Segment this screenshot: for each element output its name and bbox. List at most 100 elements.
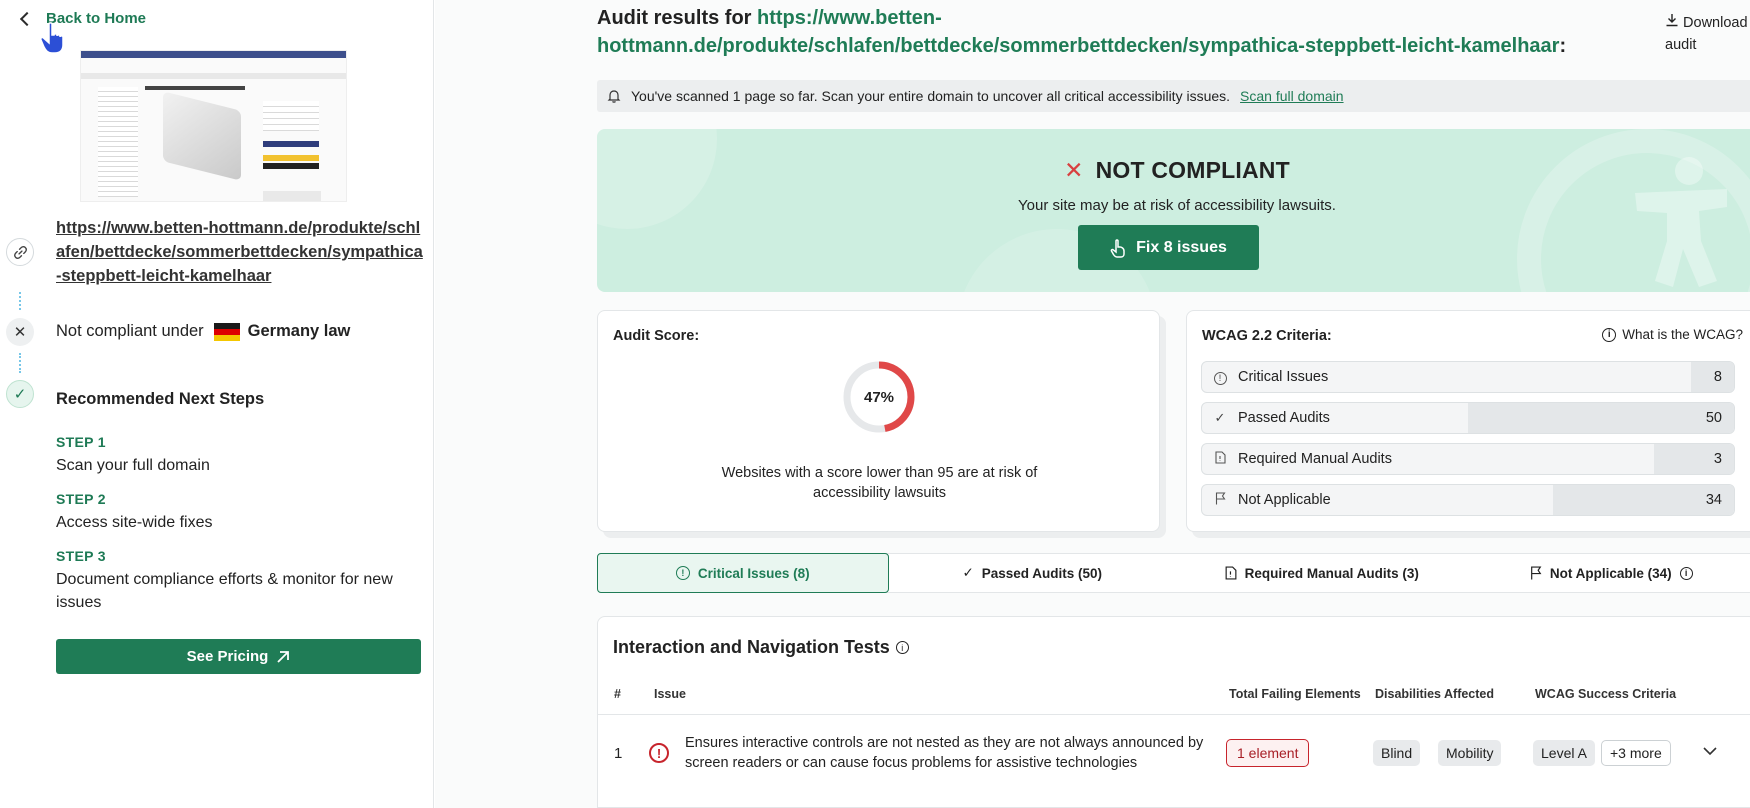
compliance-hero: ✕ NOT COMPLIANT Your site may be at risk … <box>597 129 1750 292</box>
link-icon <box>6 238 34 266</box>
flag-icon <box>1202 492 1238 508</box>
tab-manual-audits[interactable]: Required Manual Audits (3) <box>1177 554 1467 592</box>
alert-circle-icon: ! <box>1202 369 1238 385</box>
x-icon: ✕ <box>1064 157 1084 183</box>
criteria-name: Critical Issues <box>1238 369 1329 385</box>
disability-tag: Mobility <box>1438 740 1502 766</box>
arrow-up-right-icon <box>277 650 290 663</box>
title-prefix: Audit results for <box>597 7 752 29</box>
warning-icon: ! <box>649 743 669 763</box>
criteria-row-passed[interactable]: ✓ Passed Audits 50 <box>1201 402 1735 434</box>
failing-elements-badge: 1 element <box>1226 739 1310 767</box>
hand-pointer-icon <box>40 22 64 54</box>
what-is-wcag-link[interactable]: i What is the WCAG? <box>1602 327 1743 342</box>
criteria-count: 8 <box>1713 369 1722 385</box>
criteria-count: 50 <box>1705 410 1722 426</box>
audit-score-card: Audit Score: 47% Websites with a score l… <box>597 310 1160 532</box>
next-steps-title: Recommended Next Steps <box>56 390 265 408</box>
criteria-name: Required Manual Audits <box>1238 451 1392 467</box>
score-value: 47% <box>863 388 895 406</box>
document-icon <box>1225 566 1237 580</box>
germany-flag-icon <box>213 322 240 341</box>
compliance-prefix: Not compliant under <box>56 322 204 340</box>
criteria-row-manual[interactable]: Required Manual Audits 3 <box>1201 443 1735 475</box>
step-item: STEP 3 Document compliance efforts & mon… <box>56 548 426 614</box>
check-icon: ✓ <box>6 380 34 408</box>
criteria-row-not-applicable[interactable]: Not Applicable 34 <box>1201 484 1735 516</box>
criteria-count: 34 <box>1705 492 1722 508</box>
compliance-subtitle: Your site may be at risk of accessibilit… <box>1018 197 1336 214</box>
info-icon: i <box>1602 327 1617 342</box>
tab-label: Critical Issues (8) <box>697 565 810 581</box>
step-label: STEP 3 <box>56 548 106 564</box>
info-icon[interactable]: i <box>1679 566 1693 580</box>
tab-not-applicable[interactable]: Not Applicable (34) i <box>1467 554 1750 592</box>
what-is-wcag-label: What is the WCAG? <box>1622 327 1743 342</box>
wcag-criteria-label: WCAG 2.2 Criteria: <box>1202 328 1332 344</box>
document-icon <box>1202 451 1238 467</box>
bell-icon <box>607 90 621 103</box>
criteria-fill-bar <box>1468 403 1734 433</box>
compliance-status-title: ✕ NOT COMPLIANT <box>597 157 1750 184</box>
step-item: STEP 2 Access site-wide fixes <box>56 491 426 534</box>
criteria-row-critical[interactable]: ! Critical Issues 8 <box>1201 361 1735 393</box>
timeline-connector <box>19 353 21 373</box>
download-icon <box>1666 14 1678 27</box>
step-label: STEP 2 <box>56 491 106 507</box>
tab-label: Not Applicable (34) <box>1549 565 1672 581</box>
step-text: Scan your full domain <box>56 457 210 474</box>
tab-label: Passed Audits (50) <box>981 565 1103 581</box>
fix-issues-label: Fix 8 issues <box>1136 238 1227 256</box>
step-label: STEP 1 <box>56 434 106 450</box>
criteria-count: 3 <box>1713 451 1722 467</box>
hand-tap-icon <box>1110 238 1125 258</box>
criteria-name: Passed Audits <box>1238 410 1330 426</box>
column-header-disabilities: Disabilities Affected <box>1375 687 1495 701</box>
main-content: Audit results for https://www.betten-hot… <box>435 0 1750 808</box>
criteria-fill-bar <box>1691 362 1734 392</box>
page-title: Audit results for https://www.betten-hot… <box>597 4 1597 60</box>
column-header-failing-elements: Total Failing Elements <box>1229 687 1361 701</box>
criteria-fill-bar <box>1654 444 1734 474</box>
sidebar: Back to Home ✕ ✓ https://www.betten-hott… <box>0 0 434 808</box>
page-screenshot-thumbnail <box>80 50 347 202</box>
results-tabs: ! Critical Issues (8) ✓ Passed Audits (5… <box>597 553 1750 593</box>
tab-critical-issues[interactable]: ! Critical Issues (8) <box>597 553 889 593</box>
title-suffix: : <box>1559 35 1567 57</box>
audited-page-url[interactable]: https://www.betten-hottmann.de/produkte/… <box>56 216 426 288</box>
disability-tag: Blind <box>1373 740 1421 766</box>
more-criteria-tag[interactable]: +3 more <box>1601 740 1671 766</box>
step-item: STEP 1 Scan your full domain <box>56 434 426 477</box>
table-title: Interaction and Navigation Tests i <box>613 637 909 658</box>
chevron-down-icon[interactable] <box>1702 743 1718 761</box>
compliance-status-text: NOT COMPLIANT <box>1095 157 1290 183</box>
tab-passed-audits[interactable]: ✓ Passed Audits (50) <box>888 554 1178 592</box>
flag-icon <box>1530 566 1542 580</box>
close-icon: ✕ <box>6 318 34 346</box>
info-icon[interactable]: i <box>895 641 909 654</box>
banner-text: You've scanned 1 page so far. Scan your … <box>631 88 1231 104</box>
issues-table-card: Interaction and Navigation Tests i # Iss… <box>597 616 1750 808</box>
audit-score-label: Audit Score: <box>613 328 700 344</box>
score-note: Websites with a score lower than 95 are … <box>721 465 1038 501</box>
compliance-status-line: Not compliant under Germany law <box>56 322 350 341</box>
chevron-left-icon <box>19 11 35 26</box>
column-header-number: # <box>614 687 621 701</box>
see-pricing-label: See Pricing <box>186 648 269 665</box>
compliance-law: Germany law <box>247 322 351 340</box>
download-audit-button[interactable]: Download audit <box>1665 12 1750 56</box>
table-title-text: Interaction and Navigation Tests <box>613 637 890 657</box>
column-header-issue: Issue <box>654 687 686 701</box>
back-to-home-link[interactable]: Back to Home <box>18 10 146 27</box>
criteria-name: Not Applicable <box>1238 492 1331 508</box>
see-pricing-button[interactable]: See Pricing <box>56 639 421 674</box>
alert-circle-icon: ! <box>675 566 690 580</box>
row-number: 1 <box>614 745 623 762</box>
fix-issues-button[interactable]: Fix 8 issues <box>1078 225 1259 270</box>
scan-full-domain-link[interactable]: Scan full domain <box>1240 88 1344 104</box>
issue-description: Ensures interactive controls are not nes… <box>685 735 1204 771</box>
check-icon: ✓ <box>962 565 974 580</box>
step-text: Document compliance efforts & monitor fo… <box>56 571 393 611</box>
wcag-level-tag: Level A <box>1533 740 1595 766</box>
check-icon: ✓ <box>1214 410 1226 425</box>
